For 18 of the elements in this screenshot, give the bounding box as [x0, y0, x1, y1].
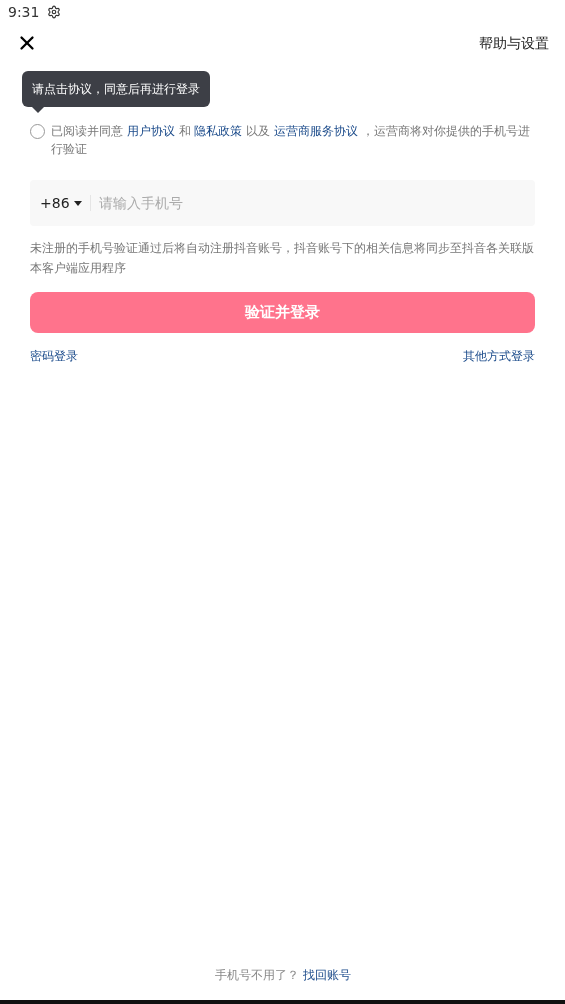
login-option-link[interactable]: 其他方式登录 — [463, 347, 535, 365]
tooltip: 请点击协议，同意后再进行登录 — [22, 71, 210, 107]
login-option-link[interactable]: 密码登录 — [30, 347, 78, 365]
recover-account-link[interactable]: 找回账号 — [302, 966, 351, 984]
caret-icon — [73, 200, 82, 206]
agreement-link[interactable]: 用户协议 — [126, 124, 175, 138]
phone-field[interactable]: +86 请输入手机号 — [30, 180, 535, 226]
agreement-text: 已阅读并同意 用户协议 和 隐私政策 以及 运营商服务协议 ，运营商将对你提供的手机号进行验证 — [51, 123, 531, 158]
tooltip-pointer-icon — [32, 107, 44, 113]
agreement-link[interactable]: 隐私政策 — [194, 124, 243, 138]
agreement-checkbox[interactable] — [30, 124, 45, 139]
country-code-dropdown[interactable]: +86 — [40, 192, 82, 214]
help-settings-link[interactable]: 帮助与设置 — [479, 32, 549, 54]
status-time: 9:31 — [8, 2, 40, 22]
footer-text: 手机号不用了？ — [214, 967, 299, 984]
agreement-link[interactable]: 运营商服务协议 — [274, 124, 359, 138]
settings-icon — [47, 5, 62, 19]
register-note: 未注册的手机号验证通过后将自动注册抖音账号，抖音账号下的相关信息将同步至抖音各关联版本客户端应用程序 — [30, 240, 535, 277]
